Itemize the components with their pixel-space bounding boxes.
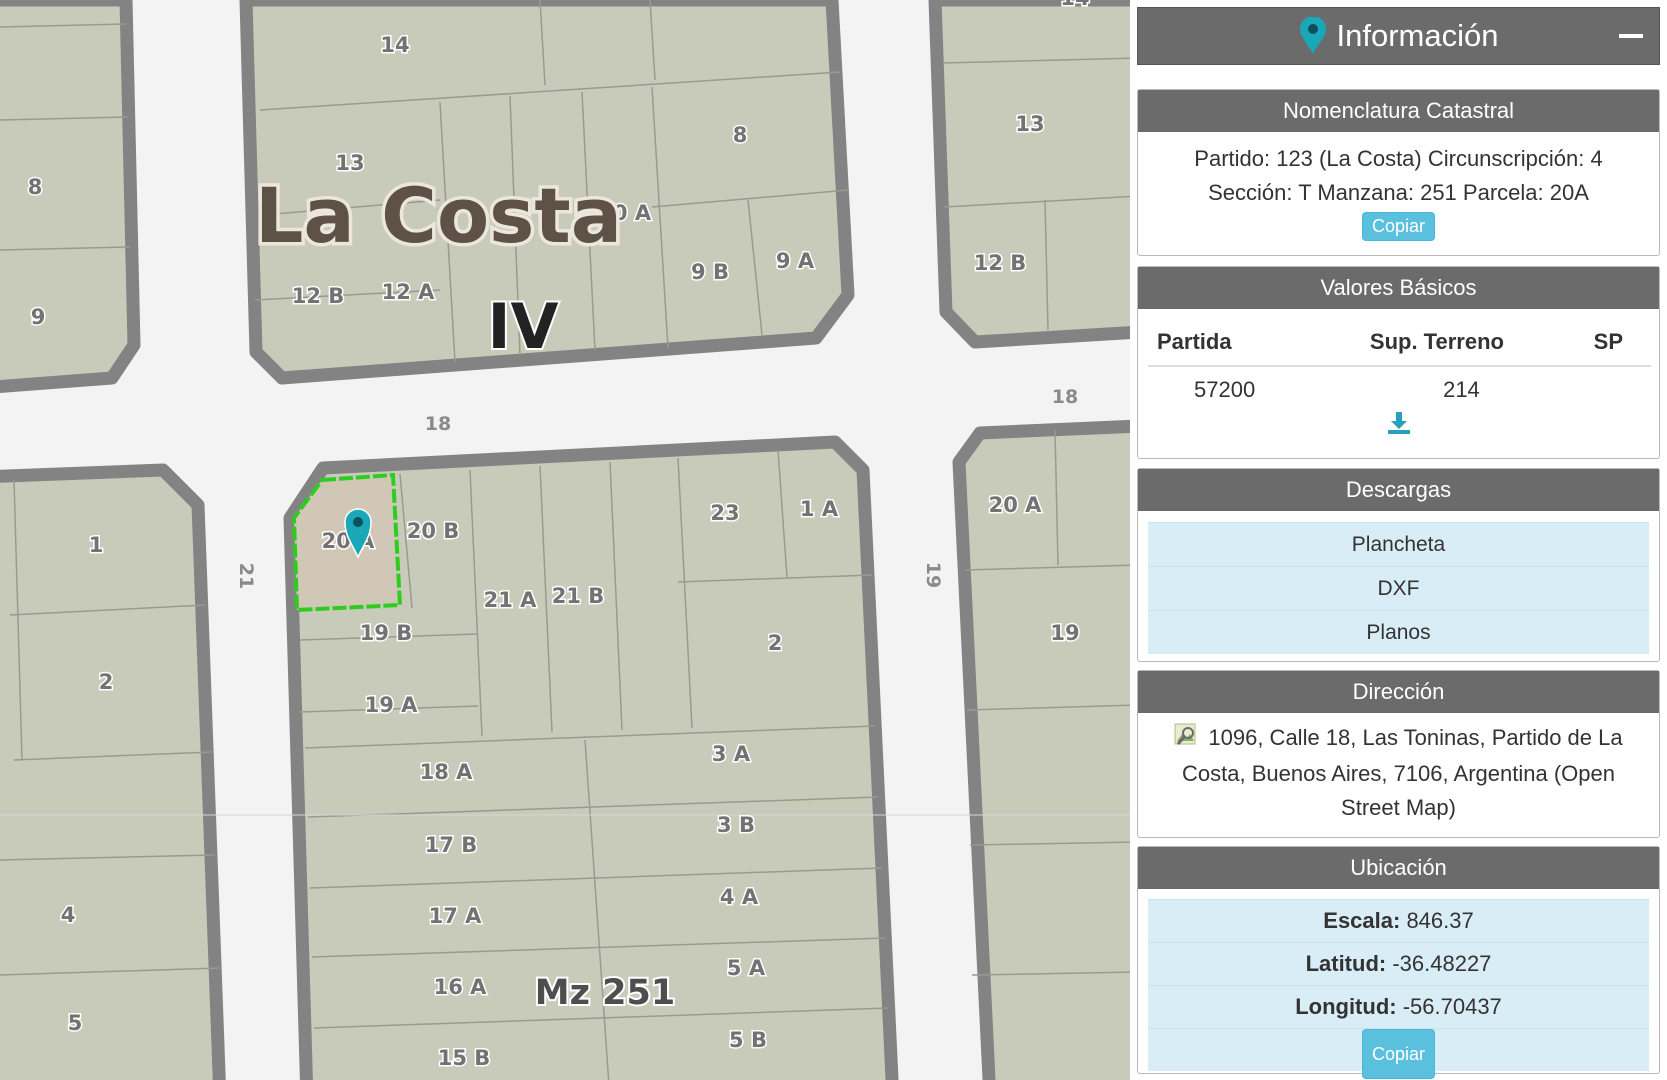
parcel-label: 16 A <box>434 975 488 999</box>
nomenclatura-card: Nomenclatura Catastral Partido: 123 (La … <box>1137 89 1660 256</box>
minus-icon[interactable] <box>1619 26 1645 46</box>
block-right-upper <box>928 0 1130 349</box>
descargas-header: Descargas <box>1138 469 1659 511</box>
latitud-label: Latitud: <box>1305 951 1387 976</box>
nomenclatura-line-1: Partido: 123 (La Costa) Circunscripción:… <box>1194 146 1603 171</box>
block-right-lower <box>952 419 1130 1080</box>
copy-coordinates-row: Copiar <box>1148 1028 1649 1079</box>
escala-row: Escala: 846.37 <box>1148 899 1649 942</box>
valores-basicos-header: Valores Básicos <box>1138 267 1659 309</box>
parcel-label: 9 B <box>691 260 729 284</box>
longitud-value: -56.70437 <box>1396 994 1502 1019</box>
parcel-label: 19 A <box>365 693 419 717</box>
parcel-label: 4 <box>61 903 76 927</box>
map-search-icon[interactable] <box>1174 721 1200 757</box>
parcel-label: 8 <box>733 123 748 147</box>
longitud-label: Longitud: <box>1295 994 1397 1019</box>
table-row: 57200 214 <box>1148 366 1651 407</box>
valores-basicos-card: Valores Básicos Partida Sup. Terreno SP … <box>1137 266 1660 459</box>
column-header-sp: SP <box>1551 321 1651 367</box>
parcel-label: 5 B <box>729 1028 767 1052</box>
sup-terreno-value: 214 <box>1443 377 1480 402</box>
column-header-partida: Partida <box>1148 321 1323 367</box>
info-panel-header: Información <box>1137 7 1660 65</box>
street-label: 21 <box>235 563 257 589</box>
ubicacion-card: Ubicación Escala: 846.37 Latitud: -36.48… <box>1137 846 1660 1079</box>
download-icon[interactable] <box>1138 411 1659 440</box>
street-label: 18 <box>1052 386 1078 408</box>
parcel-label: 17 A <box>429 904 483 928</box>
parcel-label: 2 <box>768 631 783 655</box>
parcel-label: 20 A <box>989 493 1043 517</box>
street-label: 18 <box>425 413 451 435</box>
ubicacion-header: Ubicación <box>1138 847 1659 889</box>
valores-table: Partida Sup. Terreno SP 57200 214 <box>1148 321 1651 407</box>
parcel-label: 12 A <box>382 280 436 304</box>
parcel-label: 15 B <box>438 1046 491 1070</box>
map-view[interactable]: 14 13 8 12 B 12 A9 B9 A0 A 8 9 13 12 B 20 B 21 A 21… <box>0 0 1130 1080</box>
escala-value: 846.37 <box>1400 908 1474 933</box>
parcel-label: 8 <box>28 175 43 199</box>
info-panel: Información Nomenclatura Catastral Parti… <box>1130 0 1667 1080</box>
parcel-label: 9 <box>31 305 46 329</box>
parcel-label: 1 A <box>800 497 839 521</box>
parcel-label: 21 B <box>552 584 605 608</box>
latitud-value: -36.48227 <box>1386 951 1492 976</box>
parcel-label: 3 A <box>712 742 751 766</box>
download-dxf[interactable]: DXF <box>1148 566 1649 610</box>
parcel-label: 18 A <box>420 760 474 784</box>
map-canvas[interactable]: 1413812 B 12 A9 B9 A0 A891312 B20 B21 A 21… <box>0 0 1130 1080</box>
parcel-label: 3 B <box>717 813 755 837</box>
block-left-lower <box>0 463 226 1080</box>
parcel-label: 19 B <box>360 621 413 645</box>
town-label: La Costa <box>255 171 622 260</box>
parcel-label: 13 <box>1015 112 1044 136</box>
parcel-label: 20 B <box>407 519 460 543</box>
parcel-label: 19 <box>1050 621 1079 645</box>
direccion-header: Dirección <box>1138 671 1659 713</box>
parcel-label: 14 <box>1060 0 1089 10</box>
direccion-text-block: 1096, Calle 18, Las Toninas, Partido de … <box>1138 713 1659 835</box>
parcel-label: 1 <box>89 533 104 557</box>
partida-value: 57200 <box>1194 377 1256 402</box>
street-label: 19 <box>922 562 944 588</box>
parcel-label: 2 <box>99 670 114 694</box>
block-left-upper <box>0 0 141 394</box>
direccion-card: Dirección 1096, Calle 18, Las Toninas, P… <box>1137 670 1660 838</box>
longitud-row: Longitud: -56.70437 <box>1148 985 1649 1028</box>
nomenclatura-header: Nomenclatura Catastral <box>1138 90 1659 132</box>
escala-label: Escala: <box>1323 908 1401 933</box>
parcel-label: 17 B <box>425 833 478 857</box>
circunscripcion-label: IV <box>487 290 558 363</box>
parcel-label: 9 A <box>776 249 815 273</box>
parcel-label: 5 A <box>727 956 766 980</box>
copy-coordinates-button[interactable]: Copiar <box>1361 1029 1436 1079</box>
download-plancheta[interactable]: Plancheta <box>1148 522 1649 566</box>
nomenclatura-text: Partido: 123 (La Costa) Circunscripción:… <box>1138 132 1659 210</box>
parcel-label: 23 <box>710 501 739 525</box>
parcel-label: 5 <box>68 1011 83 1035</box>
column-header-sup-terreno: Sup. Terreno <box>1322 321 1552 367</box>
map-marker-icon <box>1299 17 1327 55</box>
latitud-row: Latitud: -36.48227 <box>1148 942 1649 985</box>
copy-nomenclatura-button[interactable]: Copiar <box>1361 212 1436 241</box>
parcel-label: 14 <box>380 33 409 57</box>
parcel-label: 4 A <box>720 885 759 909</box>
parcel-label: 12 B <box>974 251 1027 275</box>
sp-value <box>1551 366 1651 407</box>
parcel-label: 21 A <box>484 588 538 612</box>
info-panel-title: Información <box>1336 18 1499 53</box>
descargas-card: Descargas Plancheta DXF Planos <box>1137 468 1660 662</box>
parcel-label: 12 B <box>292 284 345 308</box>
nomenclatura-line-2: Sección: T Manzana: 251 Parcela: 20A <box>1208 180 1589 205</box>
download-planos[interactable]: Planos <box>1148 610 1649 654</box>
direccion-text: 1096, Calle 18, Las Toninas, Partido de … <box>1182 725 1623 821</box>
manzana-label: Mz 251 <box>535 973 675 1013</box>
